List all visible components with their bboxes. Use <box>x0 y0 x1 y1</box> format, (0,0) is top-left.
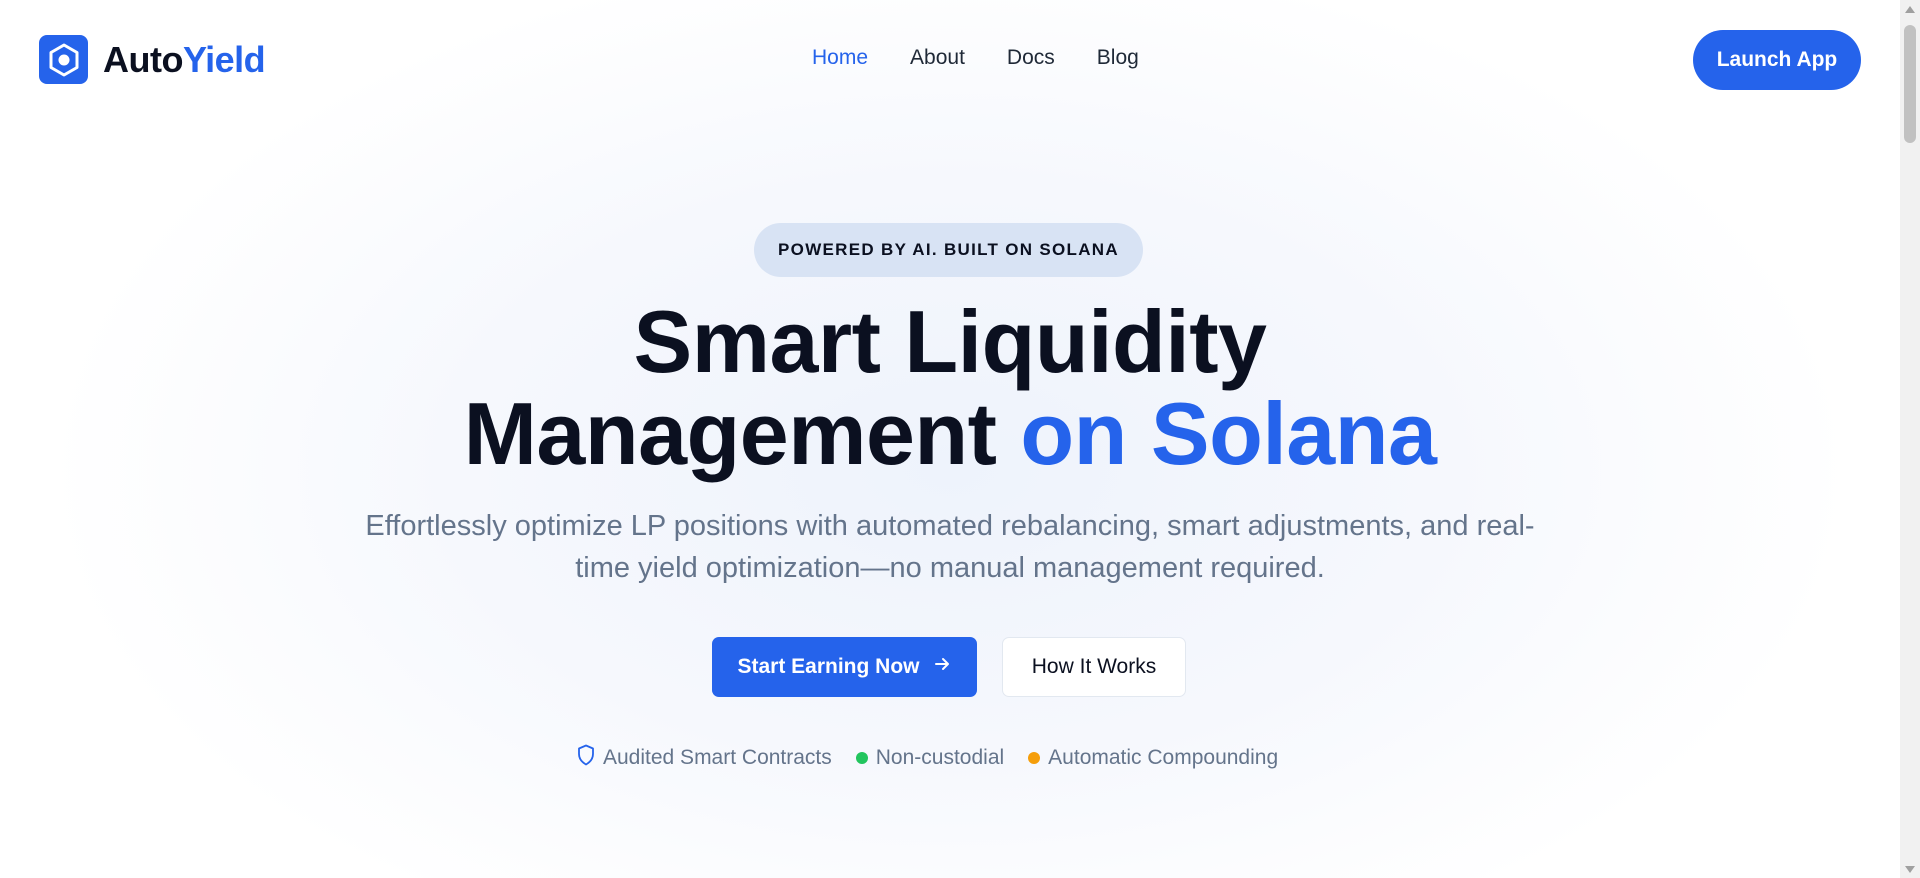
start-earning-label: Start Earning Now <box>737 655 920 678</box>
trust-item-compounding: Automatic Compounding <box>1028 746 1278 770</box>
nav-home-link[interactable]: Home <box>812 46 868 70</box>
cta-row: Start Earning Now How It Works <box>712 637 1186 697</box>
hero-headline: Smart Liquidity Management on Solana <box>0 296 1900 480</box>
launch-app-button[interactable]: Launch App <box>1693 30 1861 90</box>
landing-page: AutoYield Home About Docs Blog Launch Ap… <box>0 0 1900 878</box>
scrollbar-thumb[interactable] <box>1904 25 1916 143</box>
trust-label-audited: Audited Smart Contracts <box>603 746 832 769</box>
trust-label-noncustodial: Non-custodial <box>875 746 1005 769</box>
nav-blog-link[interactable]: Blog <box>1097 46 1139 70</box>
headline-line2-dark: Management <box>463 384 997 483</box>
main-nav: Home About Docs Blog <box>812 46 1139 70</box>
trust-item-noncustodial: Non-custodial <box>855 746 1005 770</box>
orange-dot-icon <box>1028 752 1041 764</box>
nav-docs-link[interactable]: Docs <box>1007 46 1055 70</box>
scroll-down-icon[interactable] <box>1904 864 1916 874</box>
brand-logo[interactable]: AutoYield <box>39 35 266 84</box>
headline-line1: Smart Liquidity <box>633 292 1268 391</box>
trust-label-compounding: Automatic Compounding <box>1048 746 1279 769</box>
green-dot-icon <box>855 752 868 764</box>
scroll-up-icon[interactable] <box>1904 4 1916 14</box>
nav-about-link[interactable]: About <box>910 46 965 70</box>
brand-name: AutoYield <box>103 38 266 81</box>
arrow-right-icon <box>932 654 952 680</box>
brand-name-part1: Auto <box>103 38 183 80</box>
hero-badge: POWERED BY AI. BUILT ON SOLANA <box>754 223 1143 277</box>
vertical-scrollbar[interactable] <box>1900 0 1920 878</box>
brand-name-part2: Yield <box>182 38 266 80</box>
hexagon-icon <box>39 35 88 84</box>
trust-item-audited: Audited Smart Contracts <box>577 744 832 772</box>
how-it-works-button[interactable]: How It Works <box>1002 637 1186 697</box>
shield-icon <box>577 744 595 772</box>
trust-indicators: Audited Smart Contracts Non-custodial Au… <box>577 744 1278 772</box>
start-earning-button[interactable]: Start Earning Now <box>712 637 977 697</box>
hero-subheadline: Effortlessly optimize LP positions with … <box>365 510 1535 584</box>
headline-line2-blue: on Solana <box>1020 384 1437 483</box>
